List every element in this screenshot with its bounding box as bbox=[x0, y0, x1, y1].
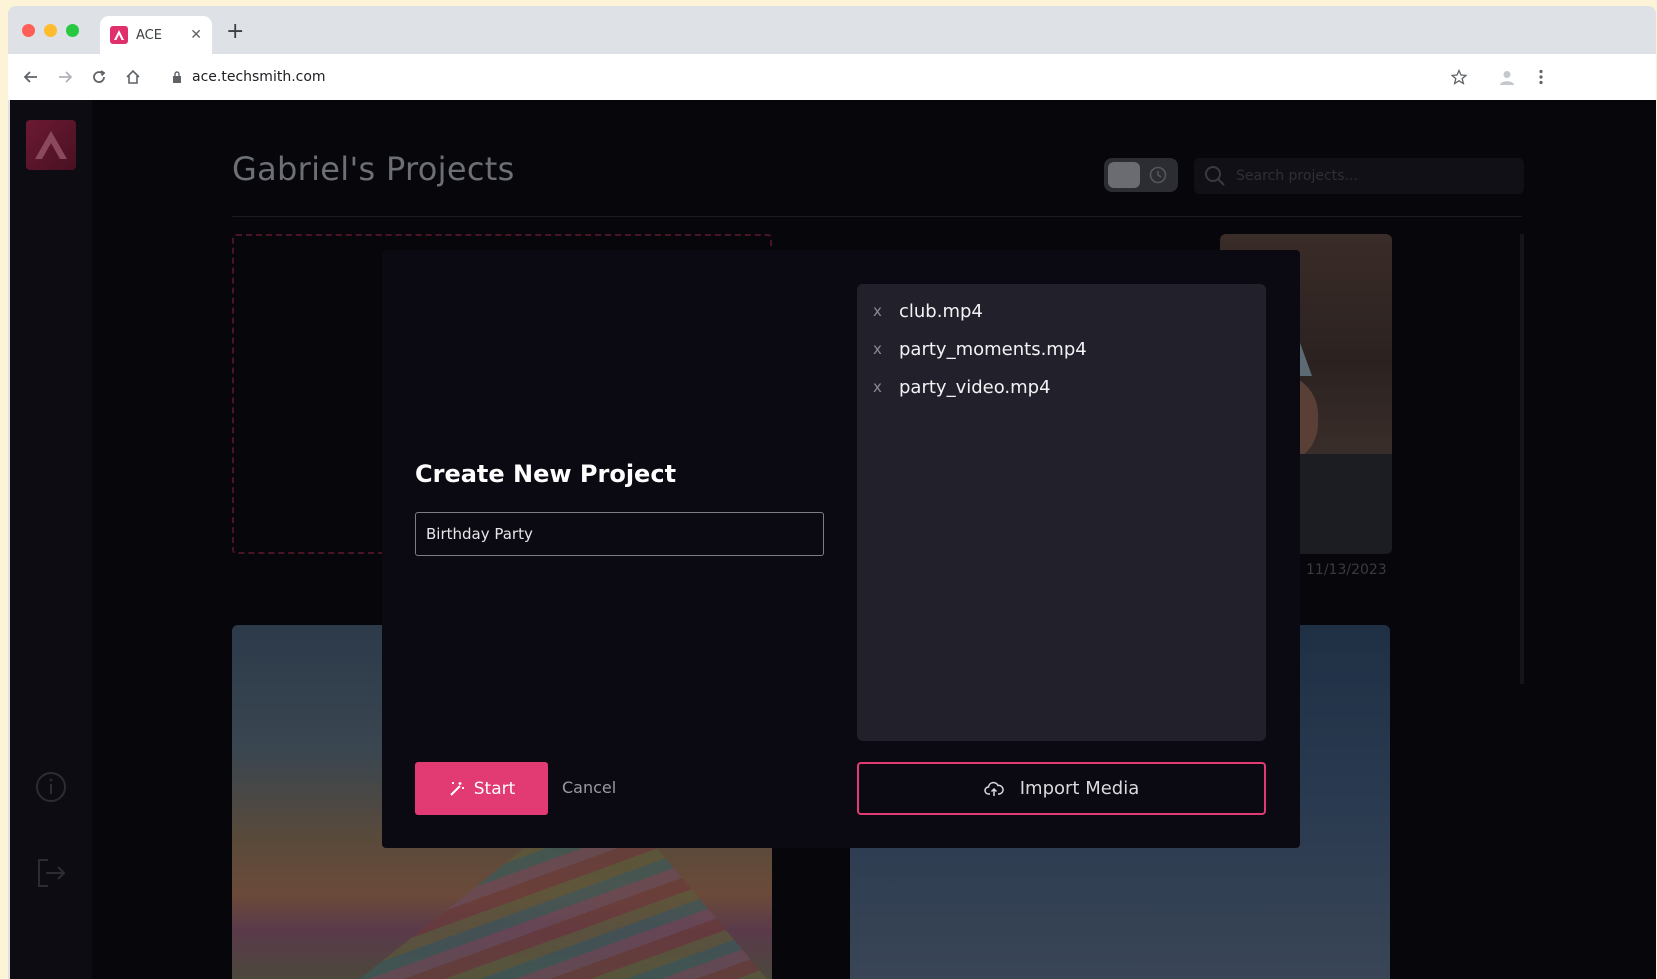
close-window-button[interactable] bbox=[22, 24, 35, 37]
media-filename: party_moments.mp4 bbox=[899, 338, 1087, 360]
media-item: x club.mp4 bbox=[857, 292, 1266, 330]
info-icon[interactable] bbox=[34, 770, 68, 804]
create-project-modal: Create New Project x club.mp4 x party_mo… bbox=[382, 250, 1300, 848]
remove-media-button[interactable]: x bbox=[873, 378, 885, 396]
start-button[interactable]: Start bbox=[415, 762, 548, 815]
side-rail bbox=[10, 100, 92, 979]
project-date: 11/13/2023 bbox=[1306, 562, 1387, 578]
bookmark-star-icon[interactable] bbox=[1448, 66, 1470, 88]
modal-title: Create New Project bbox=[415, 460, 677, 488]
media-filename: party_video.mp4 bbox=[899, 376, 1051, 398]
home-icon[interactable] bbox=[122, 66, 144, 88]
remove-media-button[interactable]: x bbox=[873, 302, 885, 320]
media-list: x club.mp4 x party_moments.mp4 x party_v… bbox=[857, 284, 1266, 741]
forward-icon[interactable] bbox=[54, 66, 76, 88]
close-tab-icon[interactable]: ✕ bbox=[190, 27, 202, 43]
reload-icon[interactable] bbox=[88, 66, 110, 88]
magic-wand-icon bbox=[450, 781, 464, 796]
scroll-edge bbox=[1520, 234, 1524, 684]
address-bar[interactable]: ace.techsmith.com bbox=[158, 60, 1538, 94]
start-label: Start bbox=[473, 778, 516, 799]
search-placeholder: Search projects... bbox=[1236, 168, 1358, 184]
page-title: Gabriel's Projects bbox=[232, 150, 515, 188]
browser-tab[interactable]: ACE ✕ bbox=[100, 16, 212, 54]
view-toggle[interactable] bbox=[1104, 158, 1178, 192]
window-controls bbox=[22, 24, 79, 37]
new-tab-button[interactable]: + bbox=[226, 21, 244, 43]
logout-icon[interactable] bbox=[34, 856, 68, 890]
cloud-upload-icon bbox=[983, 781, 1004, 796]
header-divider bbox=[232, 216, 1522, 217]
toggle-knob bbox=[1108, 162, 1140, 188]
search-icon bbox=[1205, 166, 1225, 186]
profile-icon[interactable] bbox=[1496, 66, 1518, 88]
browser-window: ACE ✕ + ace.techsmith.com Gabriel's Proj… bbox=[8, 6, 1656, 979]
import-media-label: Import Media bbox=[1019, 778, 1140, 799]
browser-menu-icon[interactable] bbox=[1530, 66, 1552, 88]
back-icon[interactable] bbox=[20, 66, 42, 88]
ace-favicon-icon bbox=[110, 26, 128, 44]
browser-toolbar: ace.techsmith.com bbox=[8, 54, 1656, 100]
import-media-button[interactable]: Import Media bbox=[857, 762, 1266, 815]
media-filename: club.mp4 bbox=[899, 300, 983, 322]
minimize-window-button[interactable] bbox=[44, 24, 57, 37]
cancel-button[interactable]: Cancel bbox=[562, 778, 616, 797]
url-text: ace.techsmith.com bbox=[192, 69, 326, 85]
project-name-input[interactable] bbox=[415, 512, 824, 556]
tab-strip: ACE ✕ + bbox=[8, 6, 1656, 54]
project-search[interactable]: Search projects... bbox=[1194, 158, 1524, 194]
clock-icon bbox=[1149, 166, 1167, 184]
tab-title: ACE bbox=[136, 27, 162, 43]
lock-icon bbox=[173, 71, 181, 83]
maximize-window-button[interactable] bbox=[66, 24, 79, 37]
media-item: x party_moments.mp4 bbox=[857, 330, 1266, 368]
media-item: x party_video.mp4 bbox=[857, 368, 1266, 406]
ace-logo-icon[interactable] bbox=[26, 120, 76, 170]
remove-media-button[interactable]: x bbox=[873, 340, 885, 358]
